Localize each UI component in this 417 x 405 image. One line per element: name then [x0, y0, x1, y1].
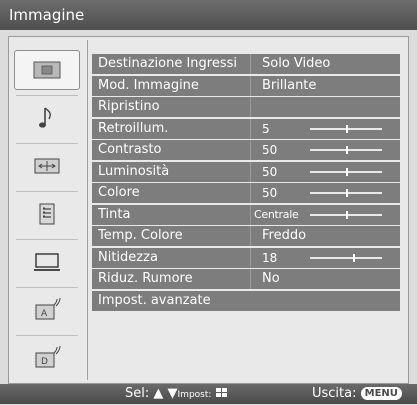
contrast-slider[interactable]: [310, 146, 382, 154]
row-value: 50: [262, 164, 278, 179]
row-label: Colore: [98, 185, 140, 200]
row-value: No: [262, 271, 280, 286]
row-value: Freddo: [262, 228, 307, 243]
row-label: Contrasto: [98, 142, 162, 157]
row-label: Riduz. Rumore: [98, 271, 193, 286]
select-hint: Sel: ▲ ▼Impost:: [125, 384, 227, 405]
row-label: Mod. Immagine: [98, 77, 199, 93]
menu-row-noise-reduction[interactable]: Riduz. Rumore No: [92, 269, 400, 289]
svg-text:D: D: [41, 357, 48, 367]
arrow-down-icon: ▼: [167, 386, 178, 401]
menu-row-input-target[interactable]: Destinazione Ingressi Solo Video: [92, 54, 400, 74]
svg-text:A: A: [41, 309, 48, 319]
exit-hint: Uscita: MENU: [312, 384, 402, 404]
slider-thumb[interactable]: [346, 167, 348, 176]
row-value: Centrale: [254, 207, 299, 221]
sidebar-divider: [87, 40, 88, 380]
menu-row-contrast[interactable]: Contrasto 50: [92, 140, 400, 160]
sidebar-item-sound[interactable]: [14, 98, 80, 138]
sidebar-item-picture[interactable]: [14, 50, 80, 90]
digital-antenna-icon: D: [35, 345, 61, 368]
row-label: Retroillum.: [98, 120, 169, 136]
row-value: Brillante: [262, 77, 317, 93]
row-value: 50: [262, 186, 278, 200]
settings-list-icon: [39, 203, 55, 225]
picture-icon: [33, 61, 61, 79]
row-value: 5: [262, 121, 270, 136]
sidebar-item-digital[interactable]: D: [14, 338, 80, 378]
enter-icon: [215, 388, 227, 397]
menu-row-color[interactable]: Colore 50: [92, 183, 400, 203]
help-bar: Sel: ▲ ▼Impost: Uscita: MENU: [0, 384, 417, 404]
menu-row-hue[interactable]: Tinta Centrale: [92, 204, 400, 225]
color-slider[interactable]: [310, 189, 382, 197]
page-title: Immagine: [9, 6, 85, 24]
arrow-up-icon: ▲: [153, 386, 164, 401]
slider-thumb[interactable]: [346, 210, 348, 219]
row-label: Luminosità: [98, 163, 170, 179]
menu-key: MENU: [360, 387, 402, 400]
menu-row-advanced[interactable]: Impost. avanzate: [92, 290, 400, 311]
row-label: Nitidezza: [98, 249, 158, 265]
settings-menu: Destinazione Ingressi Solo Video Mod. Im…: [92, 54, 400, 312]
row-value: 18: [262, 250, 278, 265]
music-note-icon: [39, 107, 51, 128]
row-value: 50: [262, 143, 278, 157]
menu-row-backlight[interactable]: Retroillum. 5: [92, 118, 400, 139]
monitor-icon: [34, 253, 60, 271]
slider-thumb[interactable]: [346, 124, 348, 133]
menu-row-color-temp[interactable]: Temp. Colore Freddo: [92, 226, 400, 246]
sharpness-slider[interactable]: [310, 253, 382, 262]
analog-antenna-icon: A: [35, 297, 61, 320]
menu-row-brightness[interactable]: Luminosità 50: [92, 161, 400, 182]
select-label: Sel:: [125, 386, 150, 401]
row-label: Ripristino: [98, 99, 160, 114]
set-label: Impost:: [177, 390, 212, 400]
slider-thumb[interactable]: [353, 253, 356, 262]
menu-row-reset[interactable]: Ripristino: [92, 97, 400, 117]
sidebar-item-pc[interactable]: [14, 242, 80, 282]
menu-row-sharpness[interactable]: Nitidezza 18: [92, 247, 400, 268]
brightness-slider[interactable]: [310, 167, 382, 176]
row-value: Solo Video: [262, 56, 331, 71]
exit-label: Uscita:: [312, 386, 357, 401]
sidebar-item-setup[interactable]: [14, 194, 80, 234]
sidebar-item-analog[interactable]: A: [14, 290, 80, 330]
screen-format-icon: [34, 158, 60, 174]
row-label: Destinazione Ingressi: [98, 56, 237, 71]
backlight-slider[interactable]: [310, 124, 382, 133]
hue-slider[interactable]: [310, 210, 382, 219]
row-label: Temp. Colore: [98, 228, 183, 243]
sidebar: A D: [10, 44, 87, 374]
title-bar: Immagine: [0, 0, 417, 30]
row-label: Impost. avanzate: [98, 292, 211, 308]
slider-thumb[interactable]: [346, 189, 348, 197]
sidebar-item-screen[interactable]: [14, 146, 80, 186]
row-label: Tinta: [98, 206, 131, 222]
slider-thumb[interactable]: [346, 146, 348, 154]
menu-row-picture-mode[interactable]: Mod. Immagine Brillante: [92, 75, 400, 96]
